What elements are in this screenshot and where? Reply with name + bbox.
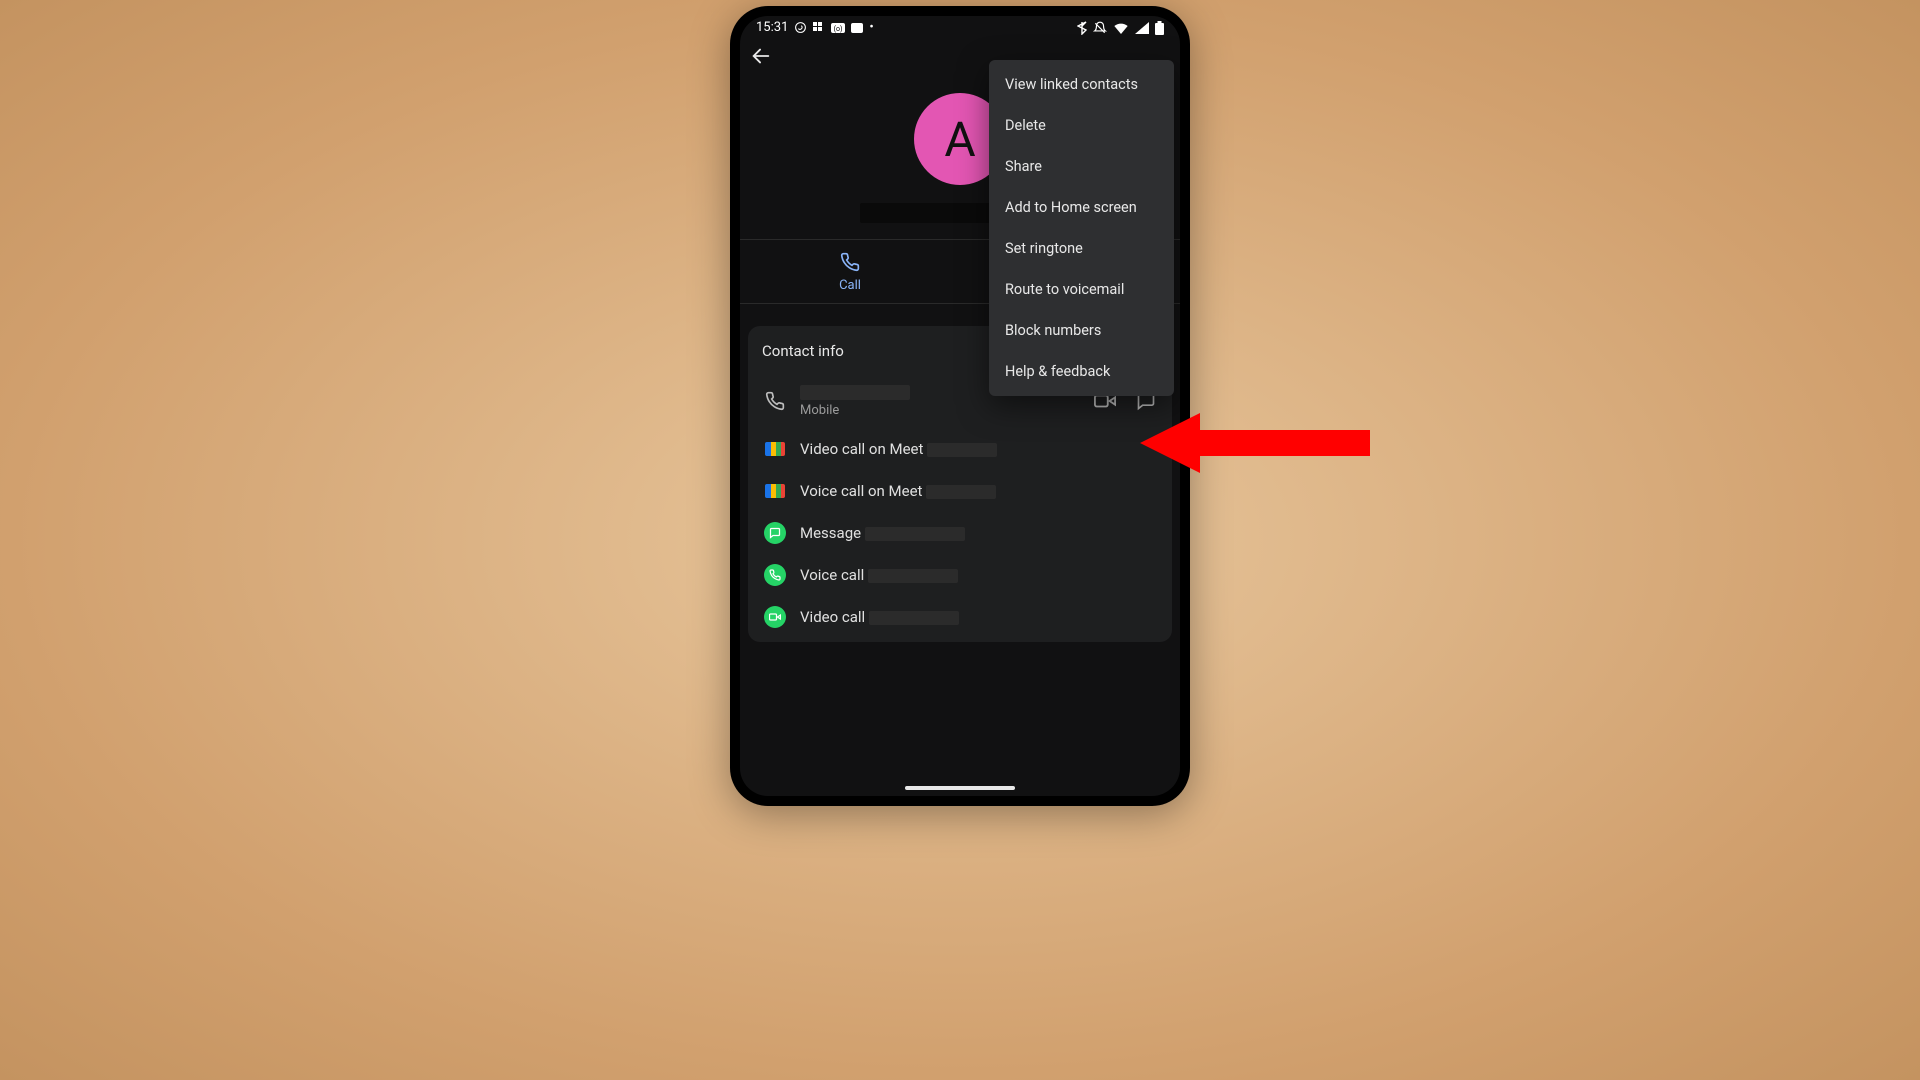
meet-video-row[interactable]: Video call on Meet [762,428,1158,470]
whatsapp-icon [764,606,786,628]
meet-icon [764,438,786,460]
whatsapp-icon [764,564,786,586]
meet-voice-label: Voice call on Meet [800,482,922,500]
status-right [1077,21,1164,35]
phone-type-label: Mobile [800,403,910,418]
back-arrow-icon[interactable] [750,45,772,67]
whatsapp-message-row[interactable]: Message [762,512,1158,554]
screen: 15:31 (o) • [740,16,1180,796]
whatsapp-icon [764,522,786,544]
battery-icon [1155,21,1164,35]
phone-number-redacted [800,385,910,400]
bluetooth-icon [1077,21,1087,35]
menu-delete[interactable]: Delete [989,105,1174,146]
wa-message-label: Message [800,524,861,542]
menu-share[interactable]: Share [989,146,1174,187]
phone-frame: 15:31 (o) • [730,6,1190,806]
call-label: Call [839,278,861,293]
status-time: 15:31 [756,20,788,35]
avatar-initial: A [944,111,975,168]
wa-voice-label: Voice call [800,566,864,584]
menu-route-voicemail[interactable]: Route to voicemail [989,269,1174,310]
signal-icon [1135,22,1149,34]
annotation-arrow [1140,408,1360,468]
wa-video-label: Video call [800,608,865,626]
redacted [927,443,997,457]
grid-status-icon [813,22,825,34]
phone-outline-icon [764,390,786,412]
menu-help-feedback[interactable]: Help & feedback [989,351,1174,392]
svg-text:(o): (o) [834,25,843,33]
status-dot: • [869,20,873,35]
redacted [865,527,965,541]
meet-voice-row[interactable]: Voice call on Meet [762,470,1158,512]
overflow-menu: View linked contacts Delete Share Add to… [989,60,1174,396]
notification-badge-icon [851,23,863,33]
menu-block-numbers[interactable]: Block numbers [989,310,1174,351]
status-bar: 15:31 (o) • [740,16,1180,37]
wifi-icon [1113,22,1129,34]
redacted [869,611,959,625]
phone-icon [840,252,860,272]
whatsapp-status-icon [794,21,807,34]
meet-video-label: Video call on Meet [800,440,923,458]
redacted [868,569,958,583]
notification-pill-icon: (o) [831,23,845,33]
whatsapp-voice-row[interactable]: Voice call [762,554,1158,596]
home-indicator[interactable] [905,786,1015,790]
menu-view-linked[interactable]: View linked contacts [989,64,1174,105]
menu-add-home[interactable]: Add to Home screen [989,187,1174,228]
call-action[interactable]: Call [740,240,960,303]
dnd-icon [1093,21,1107,35]
meet-icon [764,480,786,502]
whatsapp-video-row[interactable]: Video call [762,596,1158,638]
redacted [926,485,996,499]
status-left: 15:31 (o) • [756,20,874,35]
menu-set-ringtone[interactable]: Set ringtone [989,228,1174,269]
